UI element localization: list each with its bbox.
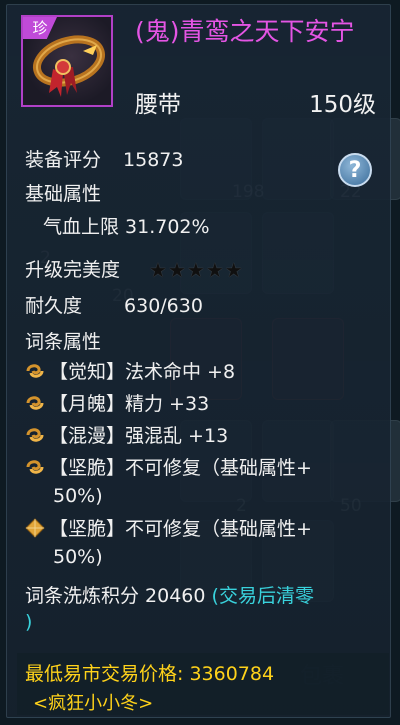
gold-diamond-icon [25,518,45,538]
score-row: 装备评分 15873 [25,145,183,172]
affix-continuation: 50%) [53,485,103,507]
item-type: 腰带 [135,92,181,118]
star-icon: ★ [186,258,206,282]
score-value: 15873 [123,149,184,171]
market-price: 最低易市交易价格: 3360784 [25,663,275,685]
wash-points: 词条洗炼积分 20460 (交易后清零 ) [25,583,380,635]
base-attr-label: 基础属性 [25,183,102,205]
affix-row: 【月魄】精力 +33 [25,391,209,418]
affix-row: 【觉知】法术命中 +8 [25,359,235,386]
market-price-box: 最低易市交易价格: 3360784 <疯狂小小冬> [17,653,389,715]
wash-label: 词条洗炼积分 20460 [25,585,206,607]
wash-note-end: ) [25,611,33,633]
help-button[interactable]: ? [338,153,372,187]
swirl-icon [26,428,44,442]
affix-tag: 【坚脆】 [49,457,126,479]
affix-text: 强混乱 +13 [125,425,229,447]
affix-text: 不可修复（基础属性+ [125,457,312,479]
affix-row: 【坚脆】不可修复（基础属性+ [25,455,312,482]
durability-value: 630/630 [124,295,203,317]
star-icon: ★ [205,258,225,282]
affix-tag: 【月魄】 [49,393,126,415]
affix-tag: 【觉知】 [49,361,126,383]
item-icon: 珍 [21,15,113,107]
item-tooltip: 珍 (鬼)青鸾之天下安宁 腰带 150级 装备评分 15873 ? 基础属性 气血… [6,4,391,718]
base-attr-value: 气血上限 31.702% [43,216,210,238]
star-icon: ★ [149,258,168,282]
star-icon: ★ [167,258,187,282]
item-name: (鬼)青鸾之天下安宁 [135,17,355,46]
item-level: 150级 [309,92,376,118]
upgrade-stars: ★★★★★ [149,258,244,282]
affix-text: 法术命中 +8 [125,361,236,383]
score-label: 装备评分 [25,149,102,171]
affix-tag: 【坚脆】 [49,518,126,540]
star-icon: ★ [224,258,244,282]
owner-name: <疯狂小小冬> [33,693,154,714]
upgrade-label: 升级完美度 [25,259,121,281]
affix-row: 【坚脆】不可修复（基础属性+ [25,516,312,543]
affix-text: 不可修复（基础属性+ [125,518,312,540]
swirl-icon [26,460,44,474]
durability-row: 耐久度 630/630 [25,291,203,318]
affix-text: 精力 +33 [125,393,210,415]
affix-continuation: 50%) [53,546,103,568]
affix-row: 【混漫】强混乱 +13 [25,423,228,450]
wash-note: (交易后清零 [211,585,314,607]
affix-tag: 【混漫】 [49,425,126,447]
affix-label: 词条属性 [25,331,102,353]
durability-label: 耐久度 [25,295,83,317]
swirl-icon [26,364,44,378]
swirl-icon [26,396,44,410]
